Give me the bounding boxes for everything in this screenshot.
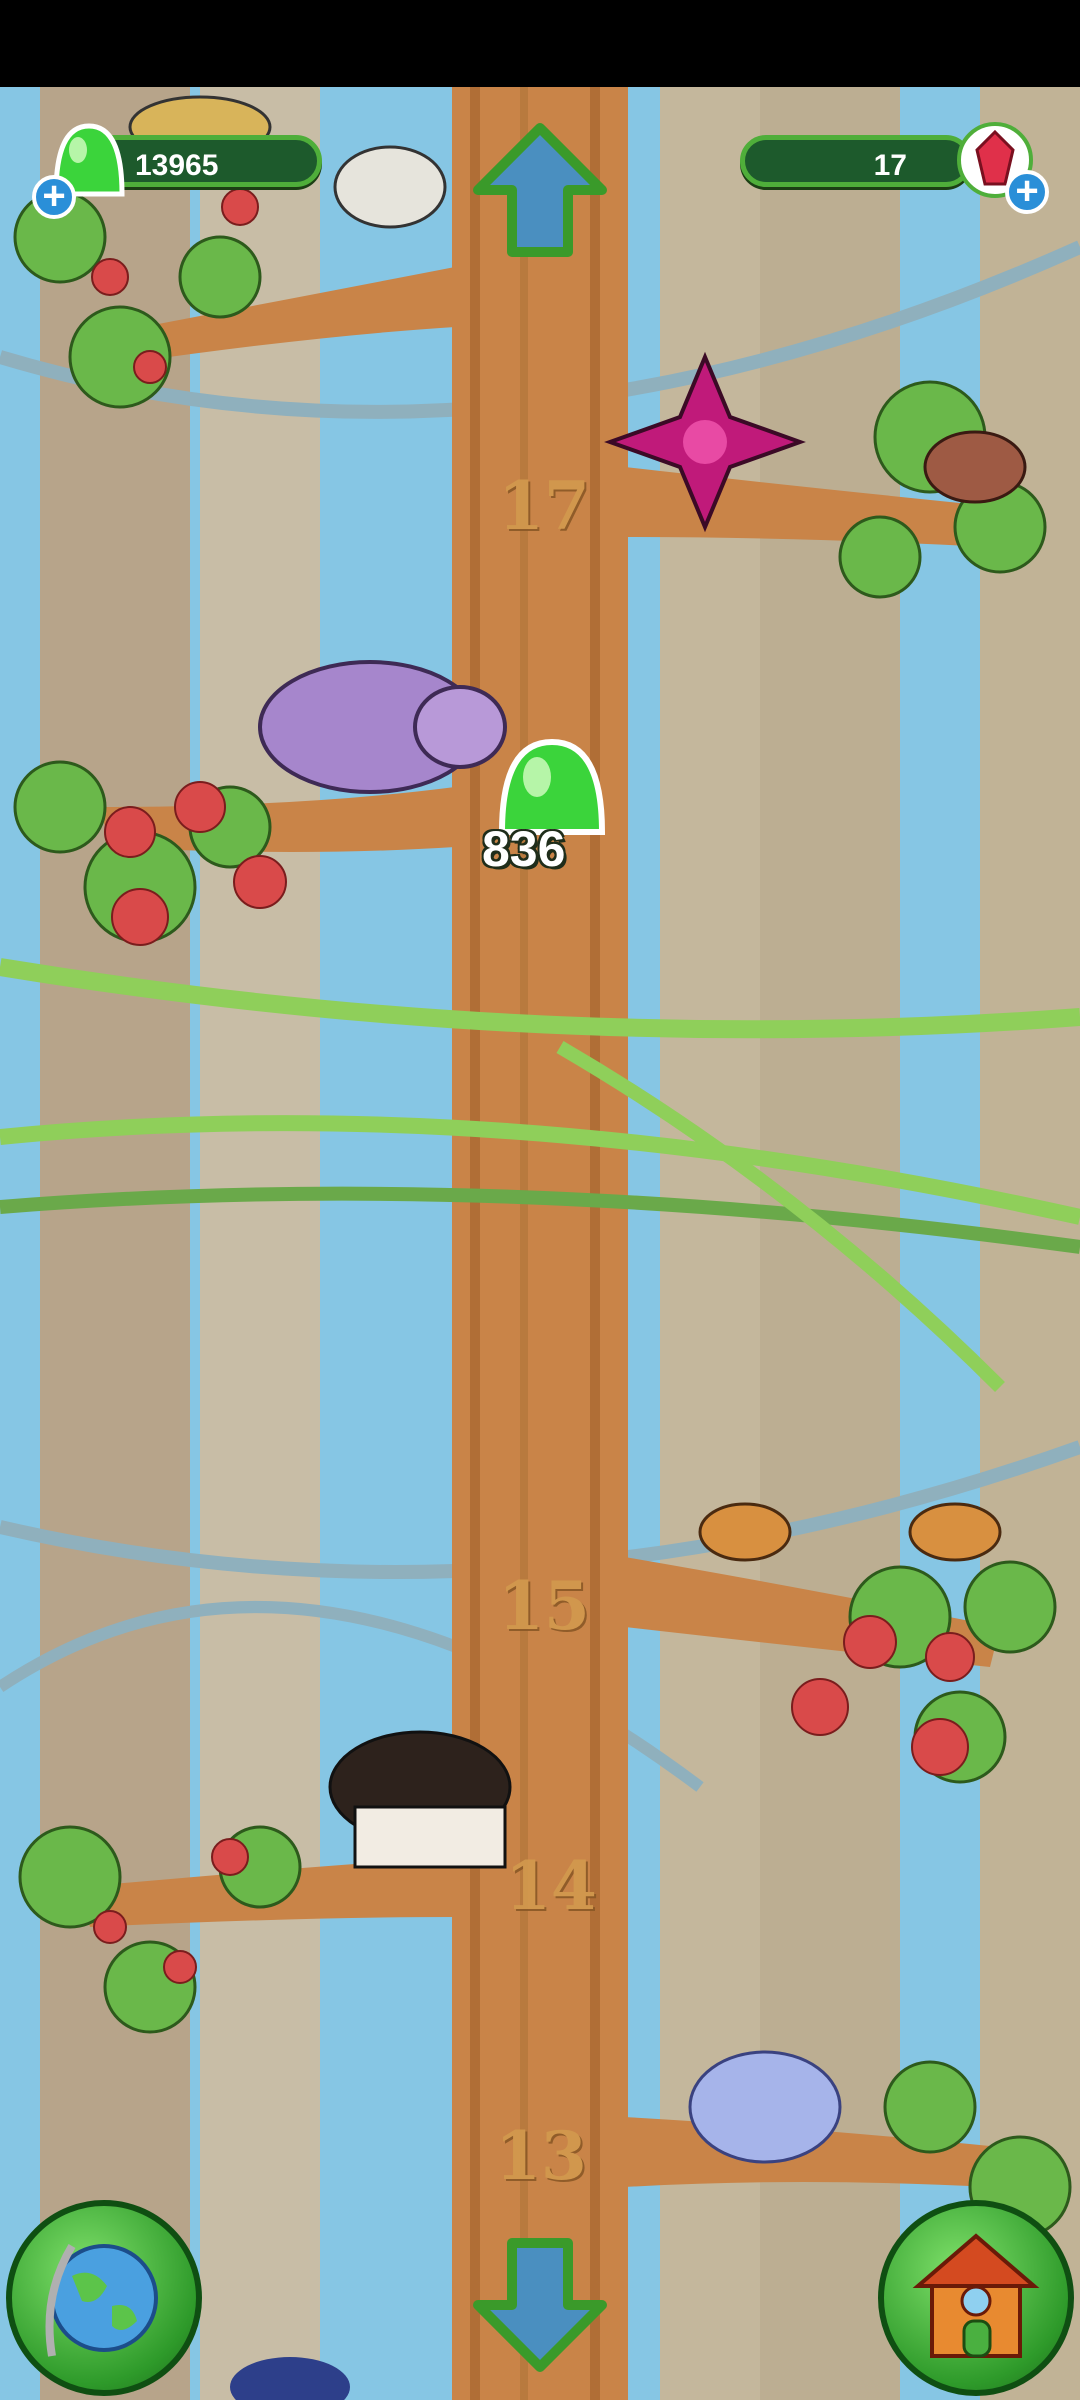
gem-count: 17 (873, 149, 907, 182)
add-jelly-button[interactable]: + (32, 175, 76, 219)
jelly-reward[interactable]: 836 (482, 732, 606, 902)
globe-icon (45, 2243, 158, 2357)
home-button[interactable] (878, 2200, 1074, 2396)
floor-number-15: 15 (498, 1567, 590, 1645)
arrow-down-icon[interactable] (470, 2235, 610, 2375)
tree-background (0, 87, 1080, 2400)
floor-number-17: 17 (498, 467, 590, 545)
floor-number-13: 13 (495, 2117, 587, 2195)
status-bar (0, 0, 1080, 87)
house-icon (912, 2233, 1040, 2358)
gem-counter: 17 (740, 135, 972, 187)
jelly-count: 13965 (135, 149, 219, 182)
jelly-reward-amount: 836 (482, 821, 566, 877)
floor-number-14: 14 (505, 1847, 597, 1925)
game-scene: 17 15 14 13 836 (0, 87, 1080, 2400)
arrow-up-icon[interactable] (470, 120, 610, 260)
world-map-button[interactable] (6, 2200, 202, 2396)
add-gem-button[interactable]: + (1005, 170, 1049, 214)
